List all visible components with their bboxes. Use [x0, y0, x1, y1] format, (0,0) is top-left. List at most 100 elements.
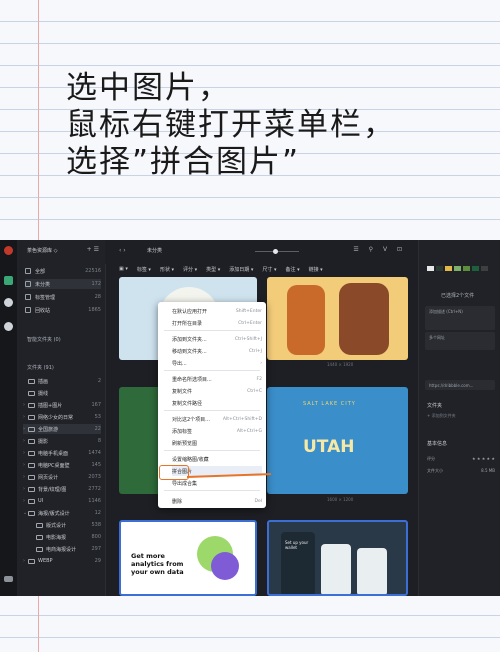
- menu-item[interactable]: 移动到文件夹... Ctrl+J: [172, 346, 262, 356]
- folder-item[interactable]: 摄线: [23, 388, 101, 398]
- folder-item[interactable]: › 摄影 8: [23, 436, 101, 446]
- smart-folders-header[interactable]: 智能文件夹 (0): [27, 336, 61, 343]
- library-icon[interactable]: [4, 276, 13, 285]
- toolbar-icons[interactable]: ☰ ⚲ V ⊡: [353, 246, 406, 253]
- folder-label: 电脑手机桌面: [38, 450, 69, 457]
- menu-icon[interactable]: [4, 576, 13, 582]
- image-card-mobile[interactable]: Set up your wallet: [267, 520, 408, 596]
- folder-item[interactable]: 版式设计 538: [23, 520, 101, 530]
- folder-item[interactable]: 电影海报 800: [23, 532, 101, 542]
- sidebar-item-trash[interactable]: 回收站 1865: [25, 305, 101, 315]
- sidebar: 茶色资源库 ◇ + ☰ 全部 22516 未分类 172 标签管理 28 回收站 186…: [17, 240, 106, 596]
- folder-item[interactable]: 电商海报设计 297: [23, 544, 101, 554]
- folder-label: 网络少女的日常: [38, 414, 74, 421]
- folder-label: 插图+图片: [38, 402, 63, 409]
- menu-item-label: 添加标签: [172, 428, 193, 435]
- image-card-utah[interactable]: SALT LAKE CITY UTAH: [267, 387, 408, 494]
- menu-item[interactable]: 导出... ›: [172, 358, 262, 368]
- folder-label: 电脑PC桌面壁: [38, 462, 70, 469]
- menu-item-label: 移动到文件夹...: [172, 348, 207, 355]
- folder-icon: [28, 414, 35, 420]
- filter-dropdown[interactable]: 标签 ▾: [137, 266, 151, 273]
- menu-item[interactable]: 刷新预览图: [172, 438, 262, 448]
- folder-icon: [28, 378, 35, 384]
- compass-icon[interactable]: [4, 322, 13, 331]
- folder-item[interactable]: › 全国旅游 22: [23, 424, 101, 434]
- menu-item[interactable]: 删除 Del: [172, 496, 262, 506]
- menu-separator: [164, 410, 260, 411]
- menu-item[interactable]: 复制文件 Ctrl+C: [172, 386, 262, 396]
- menu-separator: [164, 490, 260, 491]
- utah-title-text: UTAH: [303, 437, 355, 457]
- menu-item-shortcut: Alt+Ctrl+Shift+D: [222, 416, 262, 422]
- filter-dropdown[interactable]: 添加日期 ▾: [229, 266, 253, 273]
- library-switcher[interactable]: 茶色资源库 ◇: [27, 247, 57, 254]
- size-label: 文件大小: [427, 468, 443, 473]
- sidebar-item-all[interactable]: 全部 22516: [25, 266, 101, 276]
- menu-item[interactable]: 复制文件路径: [172, 398, 262, 408]
- menu-item-shortcut: ›: [260, 360, 262, 366]
- folder-item[interactable]: › 网页设计 2073: [23, 472, 101, 482]
- folder-item[interactable]: › 电脑手机桌面 1474: [23, 448, 101, 458]
- menu-item[interactable]: 添加到文件夹... Ctrl+Shift+J: [172, 334, 262, 344]
- add-folder-link[interactable]: + 添加到文件夹: [427, 413, 456, 419]
- folder-count: 8: [97, 438, 101, 444]
- folder-icon: [28, 438, 35, 444]
- zoom-slider-knob[interactable]: [273, 249, 278, 254]
- folder-item[interactable]: › 插图+图片 167: [23, 400, 101, 410]
- folder-item[interactable]: › 电脑PC桌面壁 145: [23, 460, 101, 470]
- sidebar-item-uncategorized[interactable]: 未分类 172: [25, 279, 101, 289]
- menu-item-label: 复制文件路径: [172, 400, 203, 407]
- folder-item[interactable]: › 背景/纹理/图 2772: [23, 484, 101, 494]
- folder-item[interactable]: › 网络少女的日常 53: [23, 412, 101, 422]
- folders-header[interactable]: 文件夹 (91): [27, 364, 54, 371]
- notes-field[interactable]: 添加描述 (Ctrl+N): [425, 306, 495, 330]
- menu-item-label: 对比这2个项目...: [172, 416, 210, 423]
- folder-item[interactable]: › UI 1146: [23, 496, 101, 506]
- url-field[interactable]: 多个网址: [425, 332, 495, 350]
- folder-icon: [28, 426, 35, 432]
- zoom-slider[interactable]: [255, 249, 299, 254]
- sidebar-item-tags[interactable]: 标签管理 28: [25, 292, 101, 302]
- menu-item[interactable]: 在默认应用打开 Shift+Enter: [172, 306, 262, 316]
- sidebar-tools[interactable]: + ☰: [87, 246, 99, 253]
- folder-item[interactable]: 插画 2: [23, 376, 101, 386]
- image-card-illustration[interactable]: [267, 277, 408, 360]
- filter-dropdown[interactable]: 备注 ▾: [285, 266, 299, 273]
- folder-count: 2: [97, 378, 101, 384]
- filter-dropdown[interactable]: 形状 ▾: [160, 266, 174, 273]
- menu-item-label: 重命名所选项目...: [172, 376, 212, 383]
- menu-item[interactable]: 设置缩略图/收藏: [172, 454, 262, 464]
- menu-item[interactable]: 添加标签 Alt+Ctrl+G: [172, 426, 262, 436]
- app-logo-icon: [4, 246, 13, 255]
- filter-dropdown[interactable]: 链接 ▾: [309, 266, 323, 273]
- folder-count: 1146: [88, 498, 101, 504]
- folder-item[interactable]: › WEBP 29: [23, 556, 101, 566]
- menu-item-shortcut: Shift+Enter: [235, 308, 262, 314]
- menu-item[interactable]: 对比这2个项目... Alt+Ctrl+Shift+D: [172, 414, 262, 424]
- url-value[interactable]: https://dribbble.com...: [425, 380, 495, 390]
- filter-dropdown[interactable]: ▣ ▾: [119, 266, 128, 272]
- folder-count: 29: [94, 558, 101, 564]
- menu-item[interactable]: 重命名所选项目... F2: [172, 374, 262, 384]
- filter-dropdown[interactable]: 评分 ▾: [183, 266, 197, 273]
- folder-label: 背景/纹理/图: [38, 486, 67, 493]
- menu-item[interactable]: 打开所在目录 Ctrl+Enter: [172, 318, 262, 328]
- rating-label: 评分: [427, 456, 435, 461]
- folder-count: 145: [91, 462, 101, 468]
- folder-label: 版式设计: [46, 522, 67, 529]
- filter-dropdown[interactable]: 类型 ▾: [206, 266, 220, 273]
- folder-icon: [28, 474, 35, 480]
- filter-dropdown[interactable]: 尺寸 ▾: [262, 266, 276, 273]
- folder-icon: [28, 558, 35, 564]
- margin-line: [38, 0, 39, 240]
- folder-icon: [36, 546, 43, 552]
- nav-arrows[interactable]: ‹ ›: [119, 247, 126, 254]
- menu-item-shortcut: Ctrl+C: [247, 388, 262, 394]
- cloud-icon[interactable]: [4, 298, 13, 307]
- rating-stars[interactable]: ★ ★ ★ ★ ★: [472, 456, 495, 461]
- folder-item[interactable]: ⌄ 海报/版式设计 12: [23, 508, 101, 518]
- menu-item-shortcut: Ctrl+Shift+J: [234, 336, 262, 342]
- color-swatches[interactable]: [427, 266, 488, 271]
- image-card-analytics[interactable]: Get more analytics from your own data: [119, 520, 257, 596]
